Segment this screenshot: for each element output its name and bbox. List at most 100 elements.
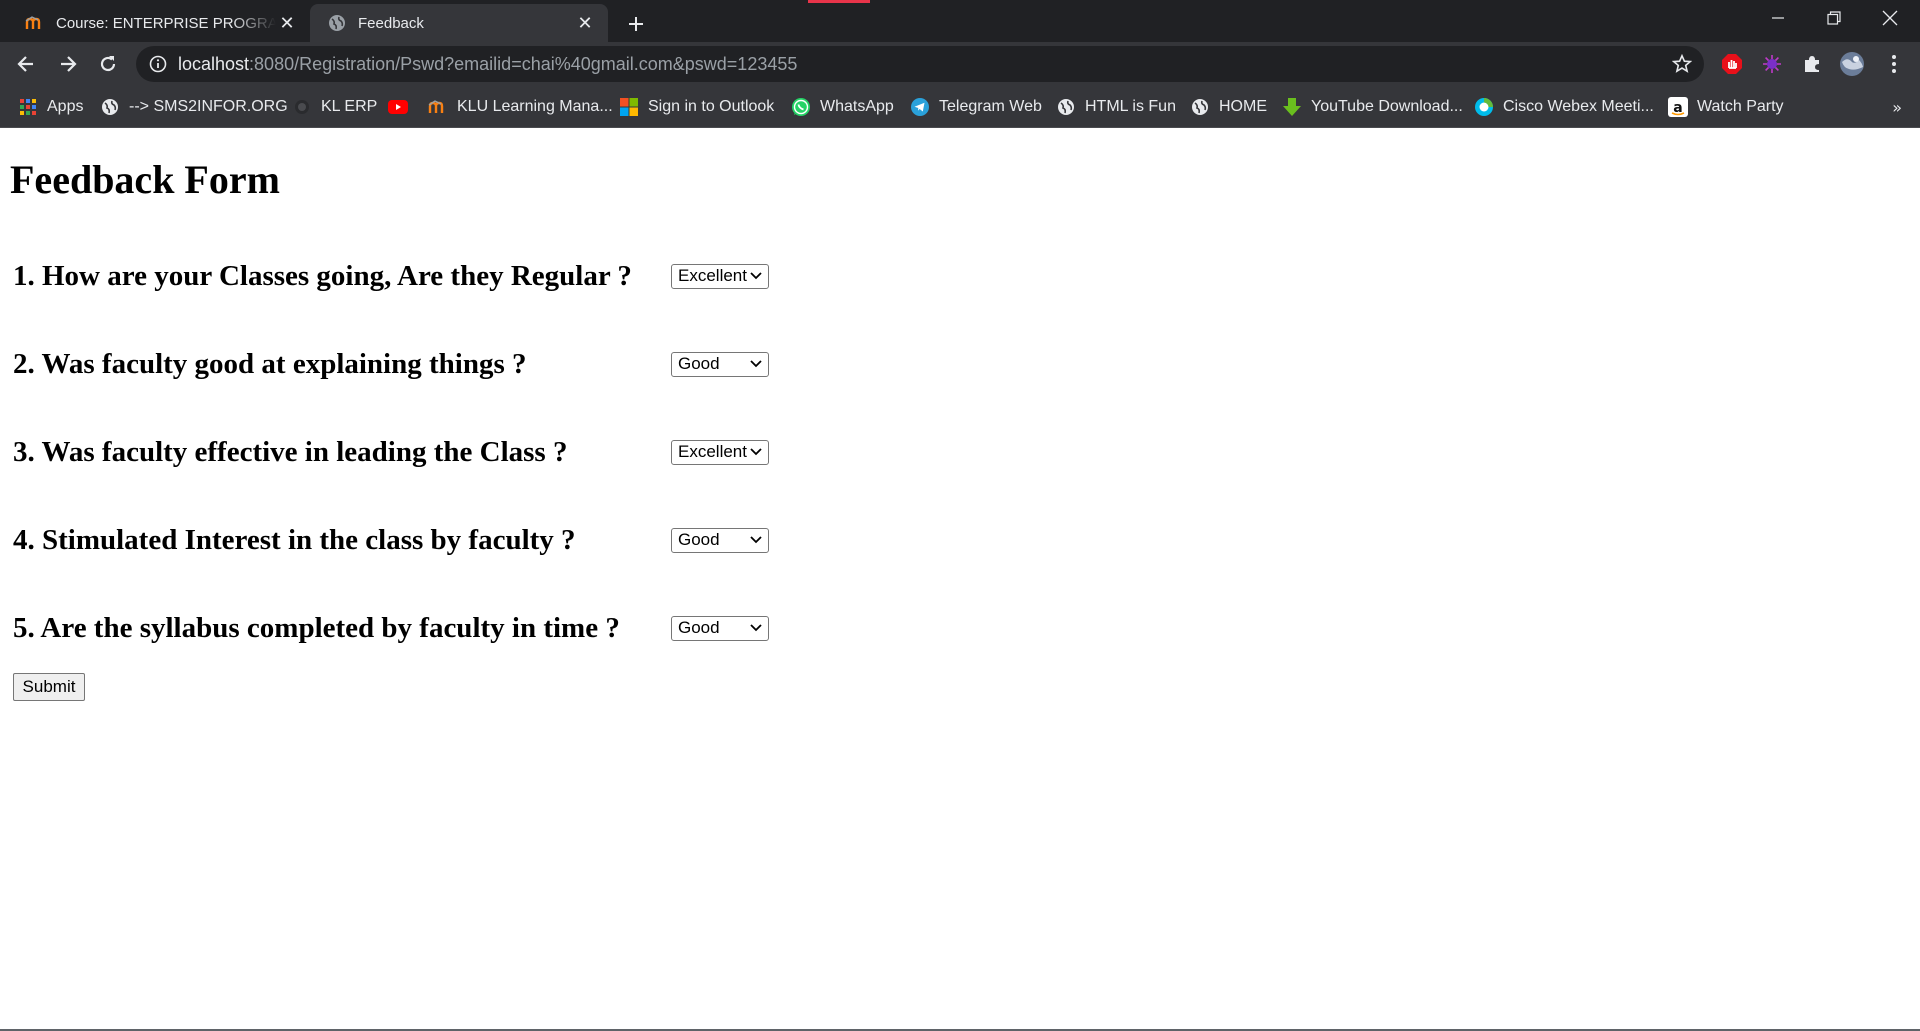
rating-select[interactable]: Good bbox=[671, 351, 769, 377]
globe-icon bbox=[100, 97, 120, 117]
bookmark-apps[interactable]: Apps bbox=[18, 94, 83, 120]
puzzle-extensions-icon[interactable] bbox=[1798, 50, 1826, 78]
bookmark-label: Watch Party bbox=[1697, 98, 1784, 115]
bookmark-label: Apps bbox=[47, 98, 84, 115]
question-label: 5. Are the syllabus completed by faculty… bbox=[13, 611, 620, 644]
question-row-4: 4. Stimulated Interest in the class by f… bbox=[13, 520, 773, 560]
rating-select[interactable]: Excellent bbox=[671, 263, 769, 289]
question-row-2: 2. Was faculty good at explaining things… bbox=[13, 344, 773, 384]
moodle-icon bbox=[24, 12, 46, 34]
bookmark-label: HTML is Fun bbox=[1085, 98, 1176, 115]
bookmark-sms2infor[interactable]: --> SMS2INFOR.ORG bbox=[100, 94, 288, 120]
bookmark-home[interactable]: HOME bbox=[1190, 94, 1267, 120]
url-text: localhost:8080/Registration/Pswd?emailid… bbox=[178, 54, 797, 75]
chevron-down-icon bbox=[748, 356, 764, 372]
question-label: 4. Stimulated Interest in the class by f… bbox=[13, 523, 576, 556]
close-icon[interactable]: ✕ bbox=[276, 12, 298, 34]
bookmark-label: WhatsApp bbox=[820, 98, 894, 115]
page-title: Feedback Form bbox=[10, 157, 280, 202]
rating-select[interactable]: Good bbox=[671, 527, 769, 553]
rating-select[interactable]: Excellent bbox=[671, 439, 769, 465]
bookmark-youtube[interactable] bbox=[388, 94, 417, 120]
microsoft-icon bbox=[619, 97, 639, 117]
bookmark-label: Sign in to Outlook bbox=[648, 98, 775, 115]
bookmark-html-is-fun[interactable]: HTML is Fun bbox=[1056, 94, 1176, 120]
apps-grid-icon bbox=[18, 97, 38, 117]
globe-icon bbox=[1190, 97, 1210, 117]
bookmark-label: Cisco Webex Meeti... bbox=[1503, 98, 1654, 115]
bookmarks-overflow-button[interactable]: » bbox=[1892, 94, 1902, 120]
question-row-3: 3. Was faculty effective in leading the … bbox=[13, 432, 773, 472]
address-bar[interactable]: localhost:8080/Registration/Pswd?emailid… bbox=[136, 46, 1704, 82]
arrow-right-icon bbox=[61, 56, 77, 72]
adblock-extension-icon[interactable] bbox=[1718, 50, 1746, 78]
back-button[interactable] bbox=[10, 48, 42, 80]
browser-toolbar: localhost:8080/Registration/Pswd?emailid… bbox=[0, 42, 1920, 86]
whatsapp-icon bbox=[791, 97, 811, 117]
amazon-icon: a bbox=[1668, 97, 1688, 117]
chevron-down-icon bbox=[748, 620, 764, 636]
download-arrow-icon bbox=[1282, 97, 1302, 117]
new-tab-button[interactable] bbox=[620, 8, 652, 40]
info-icon[interactable] bbox=[148, 54, 168, 74]
select-value: Excellent bbox=[678, 266, 747, 285]
erp-icon bbox=[292, 97, 312, 117]
bookmark-telegram[interactable]: Telegram Web bbox=[910, 94, 1042, 120]
close-icon bbox=[1882, 10, 1898, 26]
virus-extension-icon[interactable] bbox=[1758, 50, 1786, 78]
tab-title: Course: ENTERPRISE PROGRAMMING bbox=[56, 14, 276, 32]
bookmark-cisco-webex[interactable]: Cisco Webex Meeti... bbox=[1474, 94, 1654, 120]
close-icon[interactable]: ✕ bbox=[574, 12, 596, 34]
bookmark-label: --> SMS2INFOR.ORG bbox=[129, 98, 288, 115]
url-path: :8080/Registration/Pswd?emailid=chai%40g… bbox=[249, 53, 798, 74]
tab-feedback[interactable]: Feedback ✕ bbox=[310, 4, 608, 42]
bookmark-label: KLU Learning Mana... bbox=[457, 98, 613, 115]
bookmark-youtube-downloader[interactable]: YouTube Download... bbox=[1282, 94, 1463, 120]
bookmark-watch-party[interactable]: a Watch Party bbox=[1668, 94, 1784, 120]
bookmark-label: YouTube Download... bbox=[1311, 98, 1463, 115]
question-label: 3. Was faculty effective in leading the … bbox=[13, 435, 568, 468]
reload-button[interactable] bbox=[92, 48, 124, 80]
question-row-1: 1. How are your Classes going, Are they … bbox=[13, 256, 773, 296]
bookmark-label: Telegram Web bbox=[939, 98, 1042, 115]
bookmark-label: HOME bbox=[1219, 98, 1267, 115]
bookmark-star-icon[interactable] bbox=[1670, 52, 1694, 76]
tab-course[interactable]: Course: ENTERPRISE PROGRAMMING ✕ bbox=[8, 4, 310, 42]
rating-select[interactable]: Good bbox=[671, 615, 769, 641]
bookmarks-bar: Apps --> SMS2INFOR.ORG KL ERP KLU Learni… bbox=[0, 86, 1920, 128]
bookmark-klu-learning[interactable]: KLU Learning Mana... bbox=[428, 94, 613, 120]
recording-indicator bbox=[808, 0, 870, 3]
question-label: 2. Was faculty good at explaining things… bbox=[13, 347, 527, 380]
tab-strip: Course: ENTERPRISE PROGRAMMING ✕ Feedbac… bbox=[0, 0, 1920, 42]
menu-kebab-icon[interactable] bbox=[1880, 50, 1908, 78]
window-close-button[interactable] bbox=[1862, 0, 1918, 36]
moodle-icon bbox=[428, 97, 448, 117]
arrow-left-icon bbox=[17, 56, 33, 72]
chevron-down-icon bbox=[748, 444, 764, 460]
bookmark-outlook[interactable]: Sign in to Outlook bbox=[619, 94, 774, 120]
bookmark-label: KL ERP bbox=[321, 98, 378, 115]
telegram-icon bbox=[910, 97, 930, 117]
youtube-icon bbox=[388, 97, 408, 117]
page-content: Feedback Form 1. How are your Classes go… bbox=[0, 129, 1920, 1031]
bookmark-whatsapp[interactable]: WhatsApp bbox=[791, 94, 894, 120]
minimize-icon bbox=[1772, 17, 1784, 19]
restore-button[interactable] bbox=[1806, 0, 1862, 36]
globe-icon bbox=[1056, 97, 1076, 117]
submit-button[interactable]: Submit bbox=[13, 673, 85, 701]
forward-button[interactable] bbox=[52, 48, 84, 80]
select-value: Excellent bbox=[678, 442, 747, 461]
select-value: Good bbox=[678, 618, 720, 637]
restore-icon bbox=[1827, 11, 1841, 25]
minimize-button[interactable] bbox=[1750, 0, 1806, 36]
plus-icon bbox=[629, 17, 643, 31]
globe-icon bbox=[326, 12, 348, 34]
select-value: Good bbox=[678, 530, 720, 549]
select-value: Good bbox=[678, 354, 720, 373]
url-host: localhost bbox=[178, 53, 250, 74]
bookmark-kl-erp[interactable]: KL ERP bbox=[292, 94, 377, 120]
chevron-down-icon bbox=[748, 268, 764, 284]
profile-avatar[interactable] bbox=[1838, 50, 1866, 78]
reload-icon bbox=[100, 56, 116, 72]
question-row-5: 5. Are the syllabus completed by faculty… bbox=[13, 608, 773, 648]
